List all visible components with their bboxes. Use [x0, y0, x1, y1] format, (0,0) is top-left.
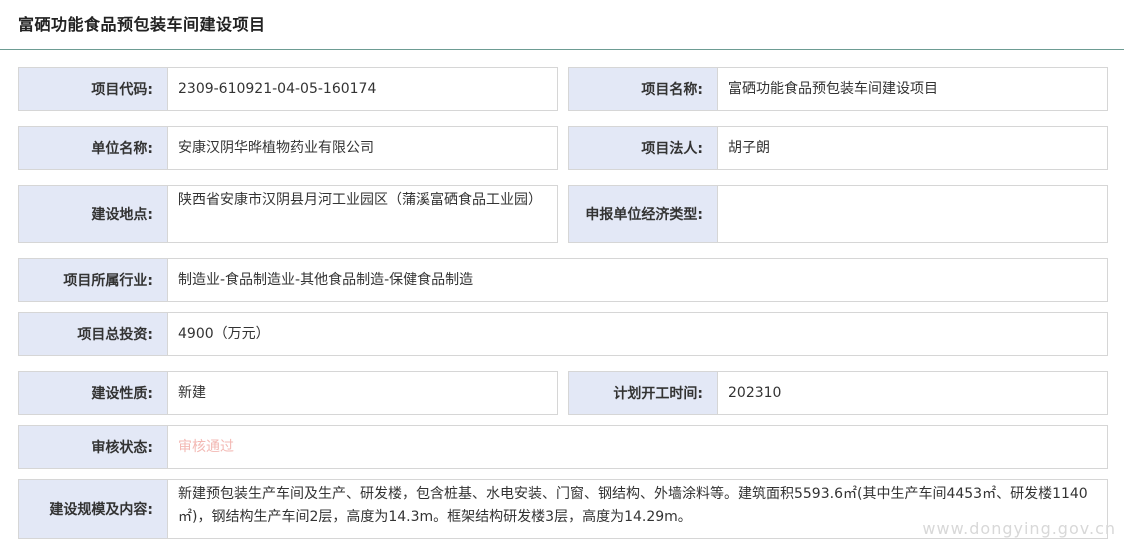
location-label: 建设地点:	[19, 186, 168, 242]
watermark: www.dongying.gov.cn	[922, 519, 1116, 538]
review-status-label: 审核状态:	[19, 426, 168, 468]
industry-value: 制造业-食品制造业-其他食品制造-保健食品制造	[168, 259, 1107, 301]
economic-type-label: 申报单位经济类型:	[569, 186, 718, 242]
total-investment-value: 4900（万元）	[168, 313, 1107, 355]
project-name-value: 富硒功能食品预包装车间建设项目	[718, 68, 1107, 110]
field-review-status: 审核状态: 审核通过	[18, 425, 1108, 469]
location-value: 陕西省安康市汉阴县月河工业园区（蒲溪富硒食品工业园）	[168, 186, 557, 242]
review-status-value: 审核通过	[168, 426, 1107, 468]
field-location: 建设地点: 陕西省安康市汉阴县月河工业园区（蒲溪富硒食品工业园）	[18, 185, 558, 243]
project-name-label: 项目名称:	[569, 68, 718, 110]
legal-person-label: 项目法人:	[569, 127, 718, 169]
industry-label: 项目所属行业:	[19, 259, 168, 301]
economic-type-value	[718, 186, 1107, 242]
field-legal-person: 项目法人: 胡子朗	[568, 126, 1108, 170]
page-header: 富硒功能食品预包装车间建设项目	[0, 0, 1124, 50]
start-time-label: 计划开工时间:	[569, 372, 718, 414]
page-title: 富硒功能食品预包装车间建设项目	[18, 15, 266, 34]
unit-name-value: 安康汉阴华晔植物药业有限公司	[168, 127, 557, 169]
project-code-label: 项目代码:	[19, 68, 168, 110]
nature-value: 新建	[168, 372, 557, 414]
total-investment-label: 项目总投资:	[19, 313, 168, 355]
legal-person-value: 胡子朗	[718, 127, 1107, 169]
field-project-code: 项目代码: 2309-610921-04-05-160174	[18, 67, 558, 111]
field-total-investment: 项目总投资: 4900（万元）	[18, 312, 1108, 356]
field-industry: 项目所属行业: 制造业-食品制造业-其他食品制造-保健食品制造	[18, 258, 1108, 302]
unit-name-label: 单位名称:	[19, 127, 168, 169]
field-economic-type: 申报单位经济类型:	[568, 185, 1108, 243]
field-unit-name: 单位名称: 安康汉阴华晔植物药业有限公司	[18, 126, 558, 170]
field-nature: 建设性质: 新建	[18, 371, 558, 415]
start-time-value: 202310	[718, 372, 1107, 414]
nature-label: 建设性质:	[19, 372, 168, 414]
scale-label: 建设规模及内容:	[19, 480, 168, 538]
field-project-name: 项目名称: 富硒功能食品预包装车间建设项目	[568, 67, 1108, 111]
project-code-value: 2309-610921-04-05-160174	[168, 68, 557, 110]
field-start-time: 计划开工时间: 202310	[568, 371, 1108, 415]
